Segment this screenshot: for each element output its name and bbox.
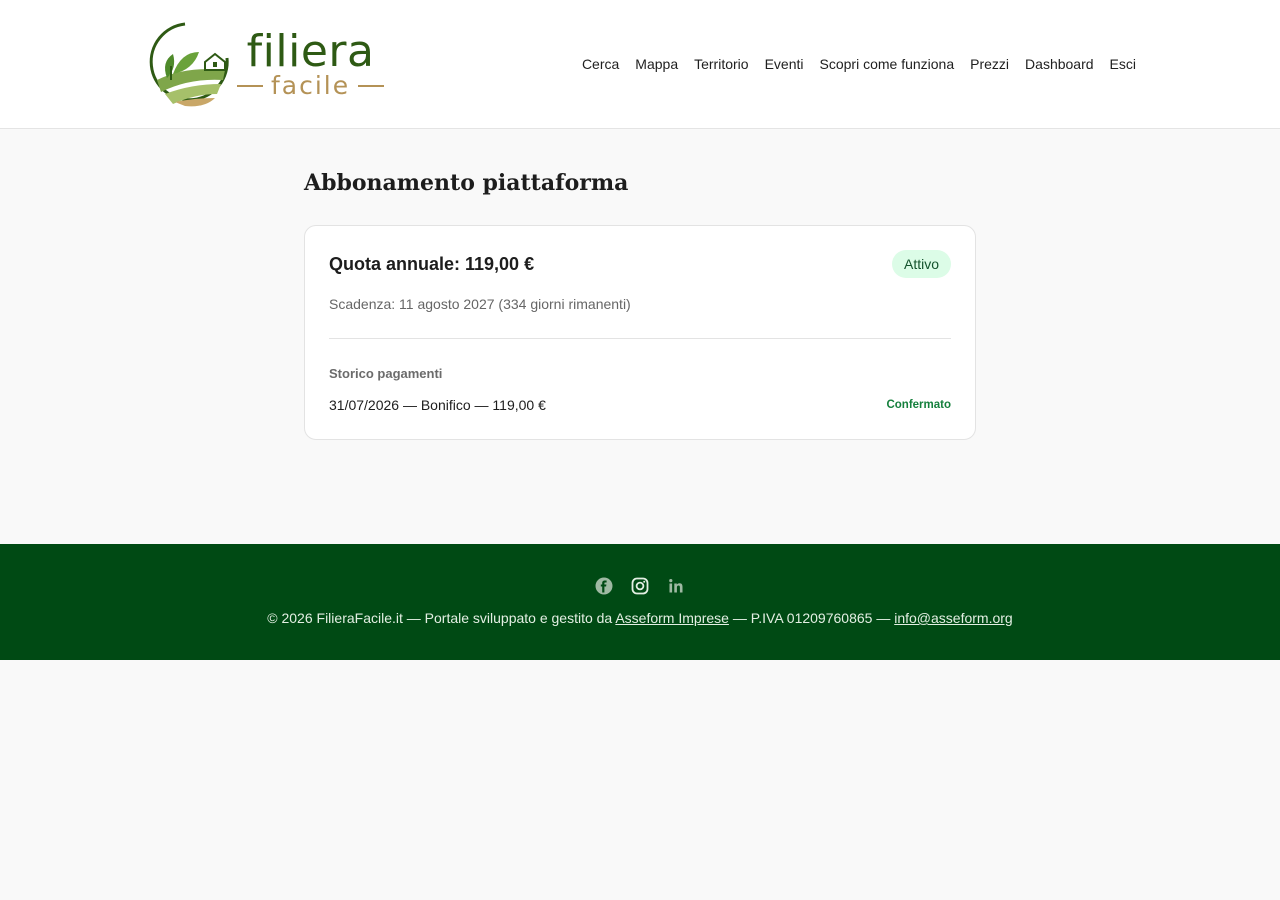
company-link[interactable]: Asseform Imprese — [615, 610, 729, 626]
logo-sub-line-left — [237, 85, 263, 87]
logo-name-sub: facile — [271, 71, 351, 100]
divider — [329, 338, 951, 339]
footer-vat: — P.IVA 01209760865 — — [732, 610, 891, 626]
nav-link-cerca[interactable]: Cerca — [582, 55, 619, 73]
logo-sub-row: facile — [237, 71, 385, 100]
subscription-card: Quota annuale: 119,00 € Attivo Scadenza:… — [304, 225, 976, 440]
nav-link-esci[interactable]: Esci — [1110, 55, 1136, 73]
site-header: filiera facile Cerca Mappa Territorio Ev… — [0, 0, 1280, 129]
nav-link-scopri[interactable]: Scopri come funziona — [820, 55, 955, 73]
annual-fee: Quota annuale: 119,00 € — [329, 254, 535, 274]
site-footer: © 2026 FilieraFacile.it — Portale svilup… — [0, 544, 1280, 660]
logo[interactable]: filiera facile — [145, 18, 390, 110]
payment-status: Confermato — [886, 399, 951, 411]
instagram-icon[interactable] — [631, 577, 649, 595]
payment-description: 31/07/2026 — Bonifico — 119,00 € — [329, 397, 546, 413]
nav-link-eventi[interactable]: Eventi — [765, 55, 804, 73]
facebook-icon[interactable] — [595, 577, 613, 595]
logo-mark-icon — [149, 22, 229, 107]
main-nav: Cerca Mappa Territorio Eventi Scopri com… — [566, 55, 1136, 73]
status-badge: Attivo — [891, 250, 951, 278]
nav-link-mappa[interactable]: Mappa — [635, 55, 678, 73]
page-title: Abbonamento piattaforma — [304, 170, 629, 196]
nav-link-territorio[interactable]: Territorio — [694, 55, 748, 73]
linkedin-icon[interactable] — [667, 577, 685, 595]
payment-history-heading: Storico pagamenti — [329, 366, 443, 381]
logo-name-main: filiera — [246, 26, 375, 77]
footer-copyright: © 2026 FilieraFacile.it — Portale svilup… — [267, 610, 613, 626]
expiry-date: Scadenza: 11 agosto 2027 (334 giorni rim… — [329, 296, 631, 312]
nav-link-prezzi[interactable]: Prezzi — [970, 55, 1009, 73]
payment-row: 31/07/2026 — Bonifico — 119,00 € Conferm… — [329, 397, 951, 413]
email-link[interactable]: info@asseform.org — [894, 610, 1012, 626]
logo-wordmark: filiera facile — [237, 26, 385, 100]
logo-sub-line-right — [358, 85, 385, 87]
nav-link-dashboard[interactable]: Dashboard — [1025, 55, 1094, 73]
footer-text: © 2026 FilieraFacile.it — Portale svilup… — [0, 610, 1280, 626]
social-links — [0, 577, 1280, 595]
